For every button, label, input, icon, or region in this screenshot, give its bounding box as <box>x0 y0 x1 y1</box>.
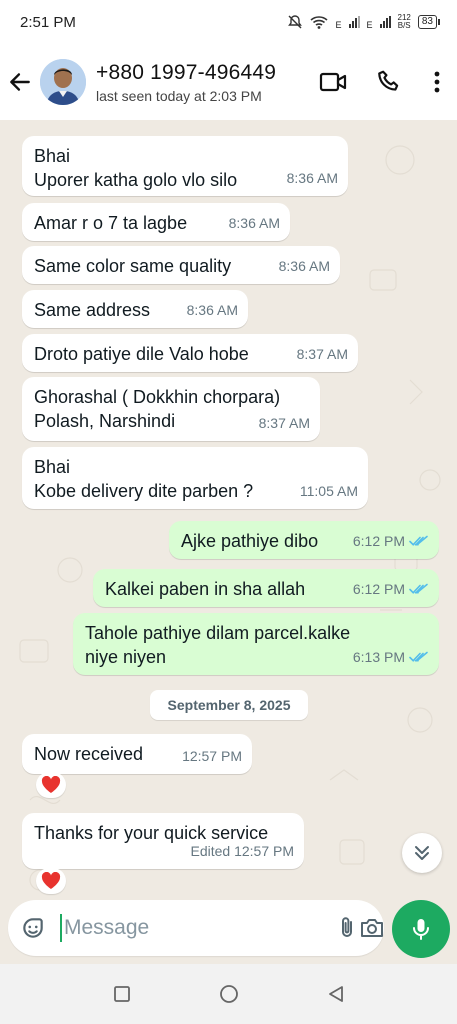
message-timestamp: 12:57 PM <box>182 748 242 764</box>
attach-button[interactable] <box>335 915 359 941</box>
camera-icon <box>361 919 383 937</box>
message-time: Edited 12:57 PM <box>190 839 294 863</box>
more-options-icon <box>434 71 440 93</box>
back-arrow-icon <box>10 73 30 91</box>
heart-icon <box>41 776 61 793</box>
network-type-label: E <box>335 20 342 30</box>
message-time: 11:05 AM <box>300 479 358 503</box>
message-time: 6:12 PM <box>353 529 429 553</box>
attach-icon <box>342 917 352 937</box>
scroll-to-bottom-button[interactable] <box>402 833 442 873</box>
outgoing-message[interactable]: Ajke pathiye dibo 6:12 PM <box>169 521 439 559</box>
contact-last-seen: last seen today at 2:03 PM <box>96 87 262 104</box>
incoming-message[interactable]: Ghorashal ( Dokkhin chorpara) Polash, Nar… <box>22 377 320 441</box>
message-composer <box>8 900 384 956</box>
incoming-message[interactable]: Now received 12:57 PM <box>22 734 252 774</box>
incoming-message[interactable]: Thanks for your quick service Edited 12:5… <box>22 813 304 869</box>
message-timestamp: 6:12 PM <box>352 581 405 597</box>
incoming-message[interactable]: Bhai Uporer katha golo vlo silo 8:36 AM <box>22 136 348 196</box>
recents-icon[interactable] <box>113 985 131 1003</box>
message-timestamp: 8:37 AM <box>296 346 348 362</box>
reaction-badge[interactable] <box>36 772 66 798</box>
status-icons: E E 212 B/S 83 <box>287 14 441 30</box>
status-bar: 2:51 PM E E 212 B/S 83 <box>0 0 457 44</box>
double-chevron-down-icon <box>415 846 429 860</box>
message-text-line: Bhai <box>34 146 71 166</box>
message-text-line: Bhai <box>34 457 71 477</box>
message-timestamp: 8:36 AM <box>278 258 330 274</box>
battery-icon: 83 <box>417 15 441 29</box>
incoming-message[interactable]: Amar r o 7 ta lagbe 8:36 AM <box>22 203 290 241</box>
chat-header: +880 1997-496449 last seen today at 2:03… <box>0 44 457 120</box>
read-ticks-icon <box>409 535 428 546</box>
message-time: 8:36 AM <box>187 298 238 322</box>
outgoing-message[interactable]: Kalkei paben in sha allah 6:12 PM <box>93 569 439 607</box>
avatar-image <box>40 59 86 105</box>
status-time: 2:51 PM <box>20 13 76 31</box>
more-options-button[interactable] <box>417 62 457 102</box>
message-timestamp: 6:13 PM <box>352 649 405 665</box>
sticker-button[interactable] <box>20 915 46 941</box>
back-nav-icon[interactable] <box>327 985 345 1003</box>
video-call-icon <box>319 72 347 92</box>
read-ticks-icon <box>409 651 428 662</box>
incoming-message[interactable]: Same color same quality 8:36 AM <box>22 246 340 284</box>
wifi-icon <box>310 16 329 29</box>
date-separator: September 8, 2025 <box>150 690 308 720</box>
sticker-icon <box>23 918 43 938</box>
contact-name: +880 1997-496449 <box>96 60 277 84</box>
voice-message-button[interactable] <box>392 900 450 958</box>
outgoing-message[interactable]: Tahole pathiye dilam parcel.kalke niye ni… <box>73 613 439 675</box>
message-timestamp: 8:36 AM <box>186 302 238 318</box>
video-call-button[interactable] <box>305 62 361 102</box>
mic-icon <box>413 919 429 940</box>
message-timestamp: Edited 12:57 PM <box>190 843 294 859</box>
message-timestamp: 8:37 AM <box>258 415 310 431</box>
home-icon[interactable] <box>219 984 239 1004</box>
message-text-line: Tahole pathiye dilam parcel.kalke <box>85 623 351 643</box>
message-text-line: Ghorashal ( Dokkhin chorpara) <box>34 387 281 407</box>
incoming-message[interactable]: Droto patiye dile Valo hobe 8:37 AM <box>22 334 358 372</box>
message-time: 12:57 PM <box>182 744 242 768</box>
reaction-badge[interactable] <box>36 868 66 894</box>
message-input[interactable] <box>60 914 335 942</box>
network-rate: 212 B/S <box>398 14 411 30</box>
read-ticks-icon <box>409 583 428 594</box>
back-button[interactable] <box>0 69 40 95</box>
phone-icon <box>378 70 399 91</box>
message-time: 8:37 AM <box>259 411 310 435</box>
avatar[interactable] <box>40 59 86 105</box>
system-nav-bar <box>0 964 457 1024</box>
incoming-message[interactable]: Bhai Kobe delivery dite parben ? 11:05 AM <box>22 447 368 509</box>
message-timestamp: 8:36 AM <box>228 215 280 231</box>
message-time: 8:36 AM <box>279 254 330 278</box>
camera-button[interactable] <box>359 916 385 940</box>
heart-icon <box>41 872 61 889</box>
mute-bell-icon <box>288 15 303 29</box>
chat-area[interactable]: Bhai Uporer katha golo vlo silo 8:36 AM Ama… <box>0 120 457 900</box>
message-time: 8:37 AM <box>297 342 348 366</box>
incoming-message[interactable]: Same address 8:36 AM <box>22 290 248 328</box>
message-time: 6:13 PM <box>353 645 429 669</box>
voice-call-button[interactable] <box>361 62 417 102</box>
message-time: 6:12 PM <box>353 577 429 601</box>
network-rate-unit: B/S <box>397 21 411 30</box>
signal-icon <box>348 16 360 28</box>
message-time: 8:36 AM <box>287 166 338 190</box>
signal-icon <box>379 16 391 28</box>
network-type-label: E <box>366 20 373 30</box>
message-timestamp: 8:36 AM <box>286 170 338 186</box>
message-timestamp: 11:05 AM <box>299 483 358 499</box>
message-time: 8:36 AM <box>229 211 280 235</box>
contact-info[interactable]: +880 1997-496449 last seen today at 2:03… <box>96 61 305 104</box>
message-timestamp: 6:12 PM <box>352 533 405 549</box>
